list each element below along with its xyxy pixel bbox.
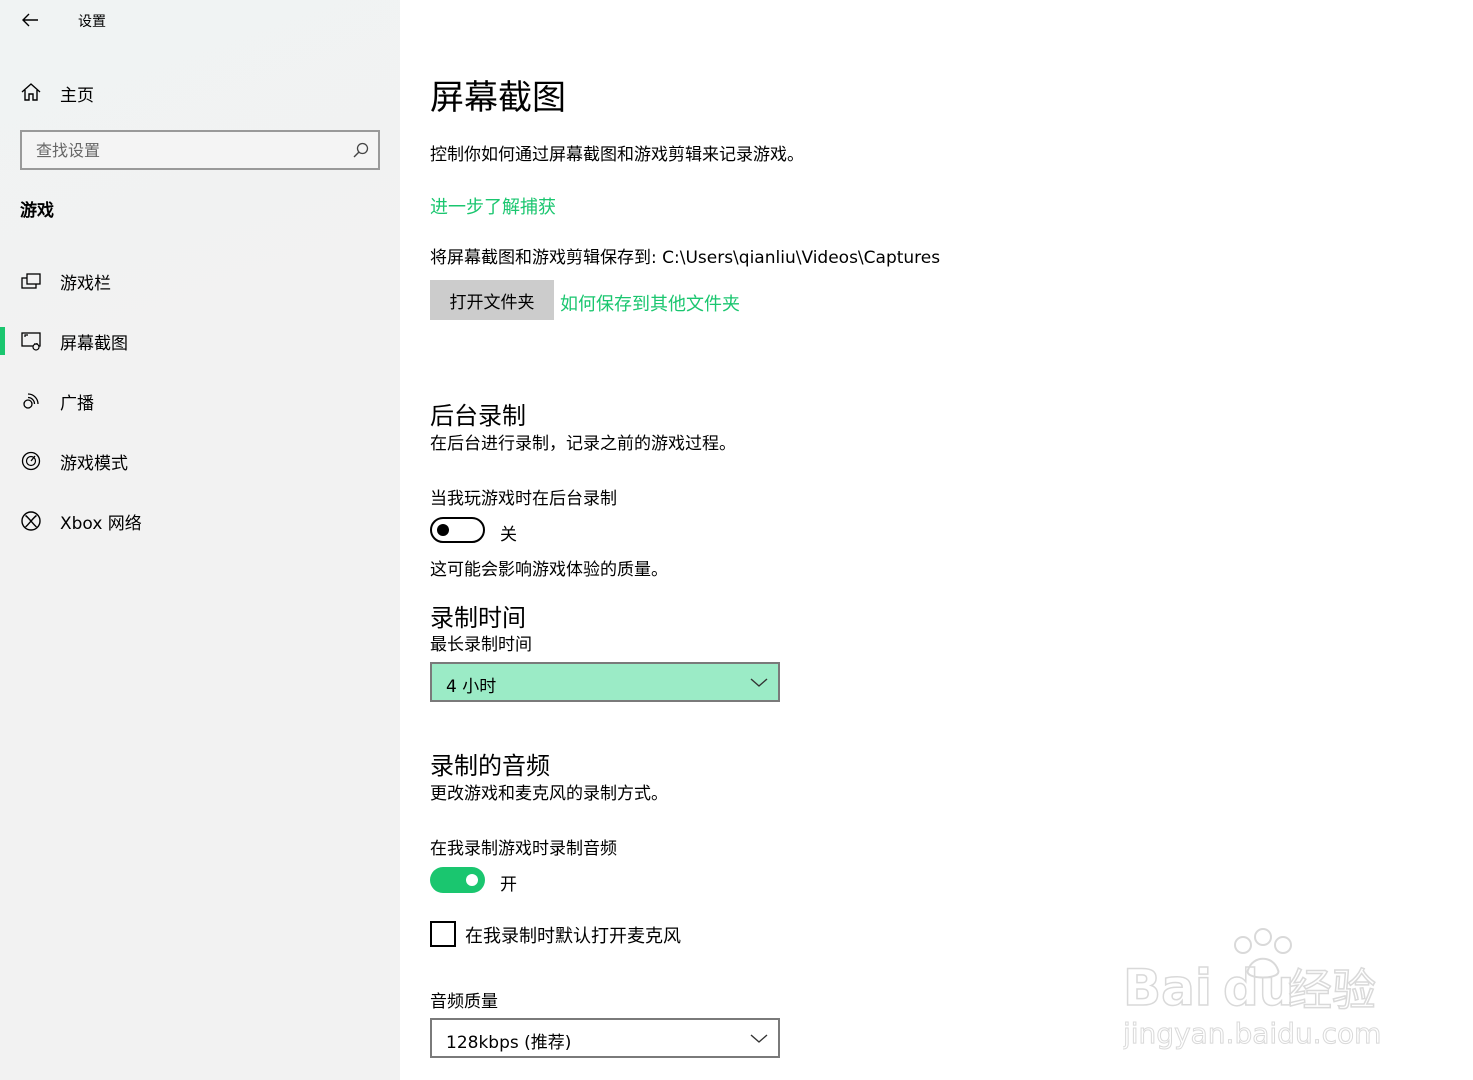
mic-default-checkbox-label[interactable]: 在我录制时默认打开麦克风	[465, 922, 681, 948]
watermark-text: Bai	[1123, 959, 1212, 1017]
chevron-down-icon	[750, 678, 768, 687]
max-record-time-label: 最长录制时间	[430, 635, 532, 655]
sidebar-item-xbox[interactable]: Xbox 网络	[0, 497, 400, 545]
toggle-knob	[466, 874, 478, 886]
baidu-jingyan-watermark: Bai du 经验 jingyan.baidu.com	[1123, 928, 1382, 1051]
audio-toggle-state: 开	[500, 875, 517, 895]
captures-icon	[21, 332, 41, 351]
learn-more-link[interactable]: 进一步了解捕获	[430, 193, 556, 219]
sidebar-section-title: 游戏	[20, 201, 54, 221]
dropdown-value: 4 小时	[446, 677, 497, 697]
recorded-audio-heading: 录制的音频	[430, 752, 550, 780]
game-bar-icon	[21, 273, 41, 289]
recorded-audio-description: 更改游戏和麦克风的录制方式。	[430, 784, 668, 804]
sidebar: 设置 主页 游戏 游戏栏 屏幕截图 广播	[0, 0, 400, 1080]
chevron-down-icon	[750, 1034, 768, 1043]
sidebar-item-game-bar[interactable]: 游戏栏	[0, 257, 400, 305]
toggle-knob	[437, 524, 449, 536]
sidebar-item-captures[interactable]: 屏幕截图	[0, 317, 400, 365]
max-record-time-dropdown[interactable]: 4 小时	[430, 662, 780, 702]
sidebar-item-label: 游戏模式	[60, 454, 128, 474]
background-recording-toggle[interactable]	[430, 517, 485, 543]
dropdown-value: 128kbps (推荐)	[446, 1033, 572, 1053]
back-arrow-icon[interactable]	[18, 8, 42, 32]
page-title: 屏幕截图	[430, 78, 566, 118]
xbox-icon	[21, 511, 41, 531]
game-mode-icon	[21, 451, 41, 471]
sidebar-home[interactable]: 主页	[0, 70, 400, 114]
main-content: 屏幕截图 控制你如何通过屏幕截图和游戏剪辑来记录游戏。 进一步了解捕获 将屏幕截…	[400, 0, 1473, 1080]
search-icon[interactable]	[352, 141, 370, 159]
title-bar: 设置	[0, 0, 400, 40]
audio-quality-dropdown[interactable]: 128kbps (推荐)	[430, 1018, 780, 1058]
background-recording-heading: 后台录制	[430, 402, 526, 430]
save-path-text: 将屏幕截图和游戏剪辑保存到: C:\Users\qianliu\Videos\C…	[430, 248, 941, 268]
watermark-text: du	[1223, 959, 1294, 1017]
background-toggle-label: 当我玩游戏时在后台录制	[430, 489, 617, 509]
watermark-text: 经验	[1288, 965, 1376, 1016]
page-description: 控制你如何通过屏幕截图和游戏剪辑来记录游戏。	[430, 145, 804, 165]
sidebar-item-label: 屏幕截图	[60, 334, 128, 354]
watermark-url: jingyan.baidu.com	[1123, 1017, 1381, 1050]
broadcast-icon	[23, 393, 39, 409]
other-folder-link[interactable]: 如何保存到其他文件夹	[560, 290, 740, 316]
sidebar-item-label: Xbox 网络	[60, 514, 142, 534]
sidebar-item-label: 游戏栏	[60, 274, 111, 294]
search-input[interactable]	[22, 132, 342, 168]
background-note: 这可能会影响游戏体验的质量。	[430, 560, 668, 580]
audio-quality-label: 音频质量	[430, 992, 498, 1012]
background-recording-description: 在后台进行录制，记录之前的游戏过程。	[430, 434, 736, 454]
sidebar-home-label: 主页	[60, 86, 94, 106]
sidebar-item-game-mode[interactable]: 游戏模式	[0, 437, 400, 485]
background-toggle-state: 关	[500, 525, 517, 545]
record-time-heading: 录制时间	[430, 604, 526, 632]
open-folder-button[interactable]: 打开文件夹	[430, 280, 554, 320]
search-box	[20, 130, 380, 170]
mic-default-checkbox[interactable]	[430, 921, 456, 947]
sidebar-item-label: 广播	[60, 394, 94, 414]
home-icon	[21, 83, 41, 101]
audio-toggle-label: 在我录制游戏时录制音频	[430, 839, 617, 859]
record-audio-toggle[interactable]	[430, 867, 485, 893]
sidebar-item-broadcast[interactable]: 广播	[0, 377, 400, 425]
app-title: 设置	[78, 14, 106, 30]
